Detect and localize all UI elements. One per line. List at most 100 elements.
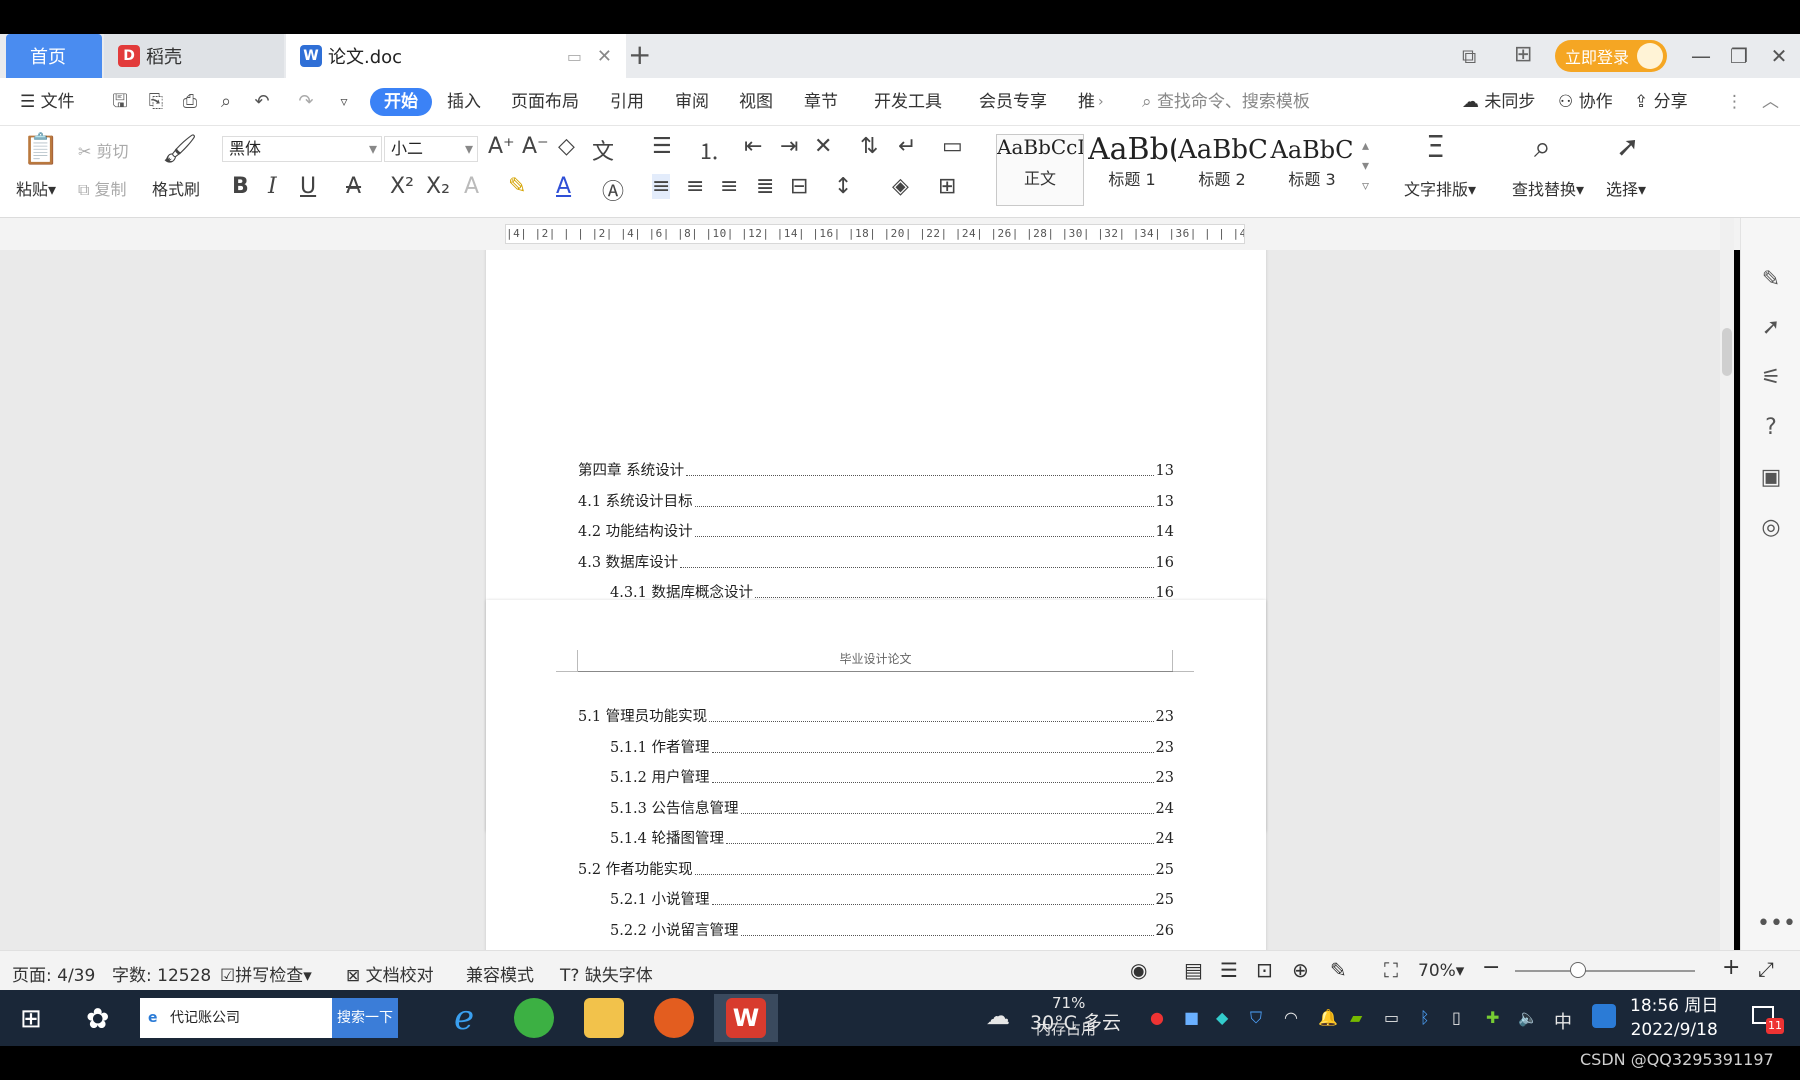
toc-entry[interactable]: 5.2 作者功能实现 25 (578, 859, 1174, 881)
notification-bell-icon[interactable]: 🔔 (1318, 1008, 1338, 1027)
italic-icon[interactable]: I (268, 174, 277, 199)
ime-indicator[interactable]: 中 (1554, 1008, 1572, 1034)
monitor-icon[interactable]: ▭ (567, 47, 582, 66)
horizontal-ruler[interactable]: |4| |2| | | |2| |4| |6| |8| |10| |12| |1… (505, 224, 1245, 244)
qq-icon[interactable] (1592, 1004, 1616, 1028)
restore-icon[interactable]: ❐ (1722, 40, 1756, 72)
numbered-list-icon[interactable]: ⒈ (698, 134, 720, 166)
new-tab-button[interactable]: + (628, 38, 651, 71)
toc-entry[interactable]: 5.1.1 作者管理 23 (610, 737, 1174, 759)
tab-home[interactable]: 首页 (6, 34, 102, 78)
find-replace-icon[interactable]: ⌕ (1534, 130, 1551, 165)
page-view-icon[interactable]: ▤ (1184, 958, 1203, 982)
document-canvas[interactable]: 第四章 系统设计 13 4.1 系统设计目标 13 4.2 功能结构设计 14 4.3 数据… (0, 250, 1720, 950)
cut-button[interactable]: ✂ 剪切 (78, 138, 129, 162)
print-icon[interactable]: ⎙ (178, 90, 202, 114)
style-heading-3[interactable]: AaBbC 标题 3 (1268, 134, 1356, 206)
underline-icon[interactable]: U (300, 174, 316, 199)
taskbar-search-button[interactable]: 搜索一下 (332, 998, 398, 1038)
font-size-select[interactable]: 小二 ▾ (384, 136, 478, 162)
close-tab-icon[interactable]: ✕ (597, 46, 612, 67)
tray-app-icon[interactable]: ● (1150, 1008, 1164, 1027)
wps-taskbar-item[interactable]: W (714, 994, 778, 1042)
missing-font-button[interactable]: T? 缺失字体 (560, 961, 653, 986)
tab-docer[interactable]: D 稻壳 (104, 34, 284, 78)
more-dots-icon[interactable]: ••• (1757, 910, 1796, 938)
borders-icon[interactable]: ⊞ (938, 174, 956, 199)
show-marks-icon[interactable]: ↵ (898, 134, 916, 159)
phonetic-guide-icon[interactable]: 文 (592, 134, 614, 166)
proofread-button[interactable]: ⊠ 文档校对 (346, 961, 434, 986)
toc-entry[interactable]: 4.1 系统设计目标 13 (578, 491, 1174, 513)
scrollbar-thumb[interactable] (1722, 328, 1732, 376)
copy-button[interactable]: ⧉ 复制 (78, 176, 127, 200)
style-normal[interactable]: AaBbCcI 正文 (996, 134, 1084, 206)
battery-icon[interactable]: ▭ (1384, 1008, 1399, 1027)
shading-icon[interactable]: ◈ (892, 174, 909, 199)
align-right-icon[interactable]: ≡ (720, 174, 738, 199)
table-ruler-icon[interactable]: ▭ (942, 134, 963, 159)
collapse-ribbon-icon[interactable]: ︿ (1762, 88, 1779, 116)
eye-protect-icon[interactable]: ◉ (1130, 958, 1147, 982)
print-preview-icon[interactable]: ⌕ (214, 90, 238, 114)
wifi-icon[interactable]: ◠ (1284, 1008, 1298, 1027)
ie-browser-icon[interactable]: ℯ (444, 998, 484, 1038)
adjust-icon[interactable]: ⚟ (1757, 364, 1785, 392)
find-replace-button[interactable]: 查找替换▾ (1512, 176, 1584, 200)
paste-icon[interactable]: 📋 (22, 132, 59, 167)
increase-indent-icon[interactable]: ⇥ (780, 134, 798, 159)
login-button[interactable]: 立即登录 (1555, 40, 1667, 72)
justify-icon[interactable]: ≣ (756, 174, 774, 199)
align-center-icon[interactable]: ≡ (686, 174, 704, 199)
clear-format-icon[interactable]: ◇ (558, 134, 575, 159)
menu-view[interactable]: 视图 (739, 88, 773, 116)
collaborate-button[interactable]: ⚇ 协作 (1558, 88, 1613, 116)
vertical-scrollbar[interactable] (1720, 218, 1734, 950)
distribute-icon[interactable]: ⊟ (790, 174, 808, 199)
style-heading-2[interactable]: AaBbC 标题 2 (1178, 134, 1266, 206)
align-left-icon[interactable]: ≡ (652, 174, 671, 199)
menu-page-layout[interactable]: 页面布局 (511, 88, 579, 116)
app-avatar-icon[interactable] (654, 998, 694, 1038)
select-button[interactable]: 选择▾ (1606, 176, 1646, 200)
toc-entry[interactable]: 5.2.1 小说管理 25 (610, 889, 1174, 911)
decrease-indent-icon[interactable]: ⇤ (744, 134, 762, 159)
undo-icon[interactable]: ↶ (250, 90, 274, 114)
image-edit-icon[interactable]: ▣ (1757, 464, 1785, 492)
menu-references[interactable]: 引用 (610, 88, 644, 116)
zoom-slider-handle[interactable] (1570, 962, 1586, 978)
menu-recommend[interactable]: 推 (1078, 88, 1095, 116)
usb-icon[interactable]: ▯ (1452, 1008, 1461, 1027)
strikethrough-icon[interactable]: A (346, 174, 361, 199)
subscript-icon[interactable]: X₂ (426, 174, 450, 199)
shield-icon[interactable]: ⛉ (1250, 1008, 1262, 1028)
menu-developer[interactable]: 开发工具 (874, 88, 942, 116)
customize-toolbar-icon[interactable]: ▿ (332, 90, 356, 114)
format-painter-icon[interactable]: 🖌 (162, 132, 198, 165)
format-painter-button[interactable]: 格式刷 (152, 176, 200, 200)
command-search[interactable]: ⌕ 查找命令、搜索模板 (1142, 88, 1310, 116)
reading-view-icon[interactable]: ⊡ (1256, 958, 1273, 982)
menu-chapter[interactable]: 章节 (804, 88, 838, 116)
line-spacing-icon[interactable]: ↕ (834, 174, 852, 199)
bold-icon[interactable]: B (232, 174, 249, 199)
system-clock[interactable]: 18:56 周日 2022/9/18 (1630, 994, 1718, 1042)
fullscreen-icon[interactable]: ⤢ (1758, 957, 1774, 981)
tray-app-icon[interactable]: ✚ (1486, 1008, 1499, 1027)
sort-icon[interactable]: ⇅ (860, 134, 878, 159)
select-cursor-icon[interactable]: ➚ (1616, 130, 1639, 163)
zoom-slider[interactable] (1515, 970, 1695, 972)
windows-start-icon[interactable]: ⊞ (20, 1004, 42, 1034)
menu-member[interactable]: 会员专享 (979, 88, 1047, 116)
weather-cloud-icon[interactable]: ☁ (986, 1002, 1010, 1030)
close-window-icon[interactable]: ✕ (1762, 40, 1796, 72)
zoom-out-icon[interactable]: − (1482, 955, 1500, 980)
help-icon[interactable]: ? (1757, 414, 1785, 442)
pointer-icon[interactable]: ➚ (1757, 314, 1785, 342)
tab-document[interactable]: W 论文.doc ▭ ✕ (286, 34, 626, 78)
text-layout-button[interactable]: 文字排版▾ (1404, 176, 1476, 200)
export-icon[interactable]: ⎘ (144, 90, 168, 114)
text-layout-icon[interactable]: Ξ (1426, 130, 1445, 165)
write-view-icon[interactable]: ✎ (1330, 958, 1347, 982)
file-menu[interactable]: ☰ 文件 (20, 88, 75, 116)
